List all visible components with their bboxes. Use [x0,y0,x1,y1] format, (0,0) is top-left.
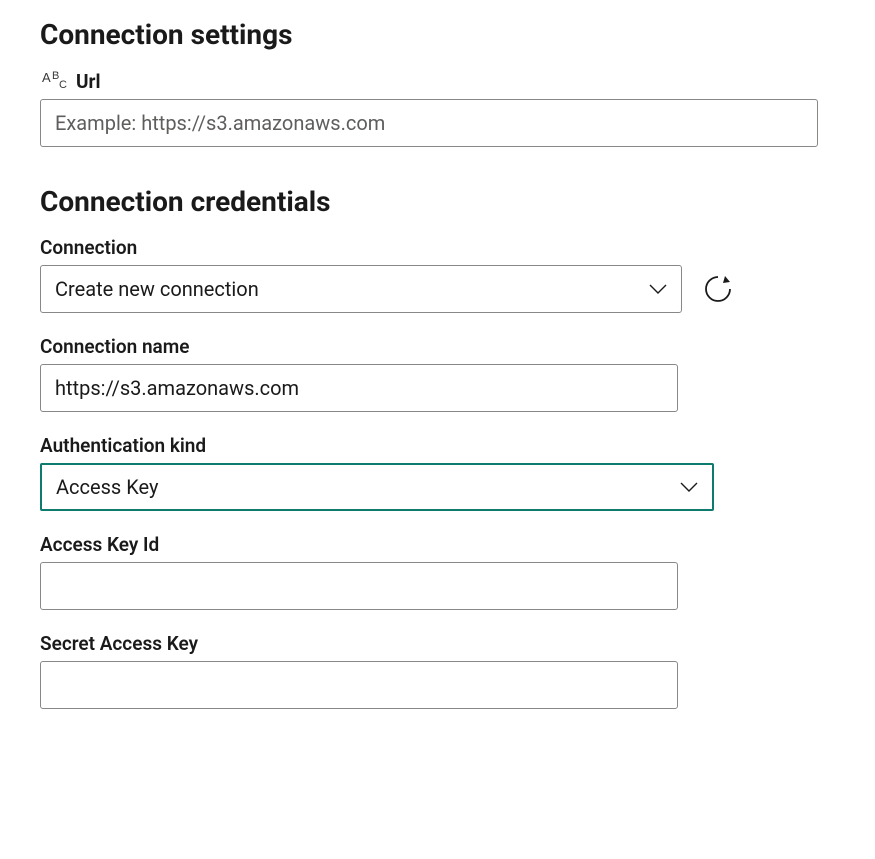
secret-access-key-label: Secret Access Key [40,632,198,655]
access-key-id-input[interactable] [40,562,678,610]
chevron-down-icon [680,481,698,493]
secret-access-key-field-block: Secret Access Key [40,632,835,709]
connection-field-block: Connection Create new connection [40,236,835,313]
refresh-button[interactable] [700,271,736,307]
connection-label: Connection [40,236,137,259]
connection-settings-heading: Connection settings [40,18,835,51]
chevron-down-icon [649,283,667,295]
auth-kind-select[interactable]: Access Key [40,463,714,511]
access-key-id-field-block: Access Key Id [40,533,835,610]
url-input[interactable] [40,99,818,147]
url-field-block: A B C Url [40,69,835,147]
connection-name-label: Connection name [40,335,190,358]
secret-access-key-input[interactable] [40,661,678,709]
connection-name-field-block: Connection name [40,335,835,412]
auth-kind-label: Authentication kind [40,434,206,457]
url-label: Url [76,70,101,93]
svg-text:A: A [42,70,51,85]
auth-kind-select-value: Access Key [56,475,158,499]
auth-kind-field-block: Authentication kind Access Key [40,434,835,511]
access-key-id-label: Access Key Id [40,533,159,556]
svg-text:C: C [59,79,67,91]
text-type-icon: A B C [40,69,70,93]
connection-credentials-heading: Connection credentials [40,185,835,218]
connection-select[interactable]: Create new connection [40,265,682,313]
connection-name-input[interactable] [40,364,678,412]
connection-select-value: Create new connection [55,277,259,301]
